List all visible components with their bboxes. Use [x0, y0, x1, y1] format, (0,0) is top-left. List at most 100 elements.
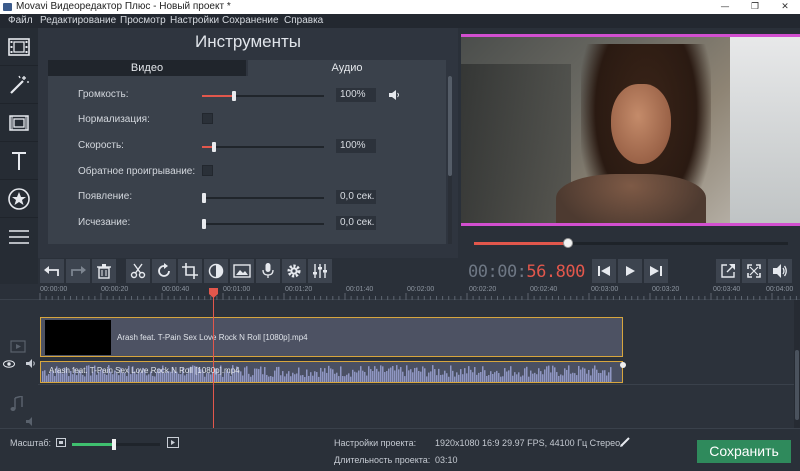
popout-button[interactable] — [716, 259, 740, 283]
waveform-bar — [434, 369, 436, 382]
music-speaker-icon[interactable] — [26, 417, 36, 426]
waveform-bar — [316, 372, 318, 382]
split-button[interactable] — [126, 259, 150, 283]
menu-edit[interactable]: Редактирование — [40, 14, 116, 28]
reverse-label: Обратное проигрывание: — [78, 166, 196, 177]
waveform-bar — [490, 371, 492, 382]
audio-clip-handle[interactable] — [620, 362, 626, 368]
waveform-bar — [462, 374, 464, 382]
speed-slider[interactable] — [202, 142, 324, 152]
more-tools-button[interactable] — [0, 218, 38, 256]
fade-out-value[interactable]: 0,0 сек. — [336, 216, 376, 230]
play-button[interactable] — [618, 259, 642, 283]
next-button[interactable] — [644, 259, 668, 283]
playback-progress-knob[interactable] — [563, 238, 573, 248]
timeline-ruler[interactable]: 00:00:00 00:00:20 00:00:40 00:01:00 00:0… — [0, 284, 800, 300]
video-clip[interactable]: Arash feat. T-Pain Sex Love Rock N Roll … — [40, 317, 623, 357]
audio-clip[interactable]: Arash feat. T-Pain Sex Love Rock N Roll … — [40, 361, 623, 383]
tools-scrollbar-thumb[interactable] — [448, 76, 452, 176]
zoom-out-icon[interactable] — [56, 438, 66, 447]
titles-button[interactable] — [0, 142, 38, 180]
previous-button[interactable] — [592, 259, 616, 283]
maximize-button[interactable]: ❐ — [740, 0, 770, 14]
color-adjust-button[interactable] — [204, 259, 228, 283]
volume-button[interactable] — [768, 259, 792, 283]
eye-icon[interactable] — [3, 360, 15, 368]
menu-help[interactable]: Справка — [284, 14, 323, 28]
speed-slider-thumb[interactable] — [212, 142, 216, 152]
waveform-bar — [522, 375, 524, 382]
pencil-icon[interactable] — [620, 436, 631, 447]
waveform-bar — [330, 368, 332, 382]
import-button[interactable] — [0, 28, 38, 66]
delete-button[interactable] — [92, 259, 116, 283]
scissors-icon — [130, 263, 146, 279]
zoom-slider[interactable] — [72, 439, 160, 450]
menu-settings[interactable]: Настройки — [170, 14, 219, 28]
speed-value[interactable]: 100% — [336, 139, 376, 153]
redo-button[interactable] — [66, 259, 90, 283]
video-preview[interactable] — [461, 34, 800, 226]
volume-slider[interactable] — [202, 91, 324, 101]
waveform-bar — [558, 375, 560, 382]
tools-title: Инструменты — [194, 32, 301, 51]
volume-value[interactable]: 100% — [336, 88, 376, 102]
menu-export[interactable]: Сохранение — [222, 14, 279, 28]
waveform-bar — [328, 365, 330, 382]
waveform-bar — [268, 376, 270, 382]
video-track-icon — [10, 340, 26, 353]
waveform-bar — [336, 372, 338, 382]
fade-in-slider[interactable] — [202, 193, 324, 203]
waveform-bar — [344, 376, 346, 382]
crop-button[interactable] — [178, 259, 202, 283]
tab-video[interactable]: Видео — [48, 60, 246, 76]
clip-settings-button[interactable] — [282, 259, 306, 283]
zoom-in-icon[interactable] — [167, 437, 179, 448]
equalizer-button[interactable] — [308, 259, 332, 283]
waveform-bar — [180, 374, 182, 382]
speaker-icon[interactable] — [388, 90, 400, 100]
waveform-bar — [564, 368, 566, 382]
zoom-slider-thumb[interactable] — [112, 439, 116, 450]
waveform-bar — [554, 367, 556, 382]
image-button[interactable] — [230, 259, 254, 283]
menu-file[interactable]: Файл — [8, 14, 33, 28]
playback-progress[interactable] — [474, 238, 788, 248]
fullscreen-icon — [747, 264, 761, 278]
waveform-bar — [570, 373, 572, 382]
waveform-bar — [608, 372, 610, 382]
transitions-button[interactable] — [0, 104, 38, 142]
record-audio-button[interactable] — [256, 259, 280, 283]
tools-scrollbar[interactable] — [448, 76, 452, 244]
normalize-checkbox[interactable] — [202, 113, 213, 124]
fullscreen-button[interactable] — [742, 259, 766, 283]
toolbar-spacer — [0, 258, 38, 284]
rotate-button[interactable] — [152, 259, 176, 283]
waveform-bar — [310, 372, 312, 382]
tab-audio[interactable]: Аудио — [248, 60, 446, 76]
fade-in-slider-thumb[interactable] — [202, 193, 206, 203]
reverse-checkbox[interactable] — [202, 165, 213, 176]
fade-out-slider-thumb[interactable] — [202, 219, 206, 229]
waveform-bar — [474, 367, 476, 382]
waveform-bar — [152, 375, 154, 382]
undo-button[interactable] — [40, 259, 64, 283]
close-button[interactable]: ✕ — [770, 0, 800, 14]
stickers-button[interactable] — [0, 180, 38, 218]
fade-out-slider[interactable] — [202, 219, 324, 229]
minimize-button[interactable]: — — [710, 0, 740, 14]
mic-icon — [262, 263, 274, 278]
save-button[interactable]: Сохранить — [697, 440, 791, 463]
timeline-scrollbar-thumb[interactable] — [795, 350, 799, 420]
menu-bar: Файл Редактирование Просмотр Настройки С… — [0, 14, 800, 28]
timeline-scrollbar[interactable] — [794, 300, 800, 428]
waveform-bar — [498, 373, 500, 382]
track-speaker-icon[interactable] — [26, 359, 36, 368]
filters-button[interactable] — [0, 66, 38, 104]
menu-view[interactable]: Просмотр — [120, 14, 166, 28]
waveform-bar — [518, 372, 520, 382]
waveform-bar — [402, 371, 404, 382]
volume-slider-thumb[interactable] — [232, 91, 236, 101]
undo-icon — [44, 266, 59, 276]
fade-in-value[interactable]: 0,0 сек. — [336, 190, 376, 204]
